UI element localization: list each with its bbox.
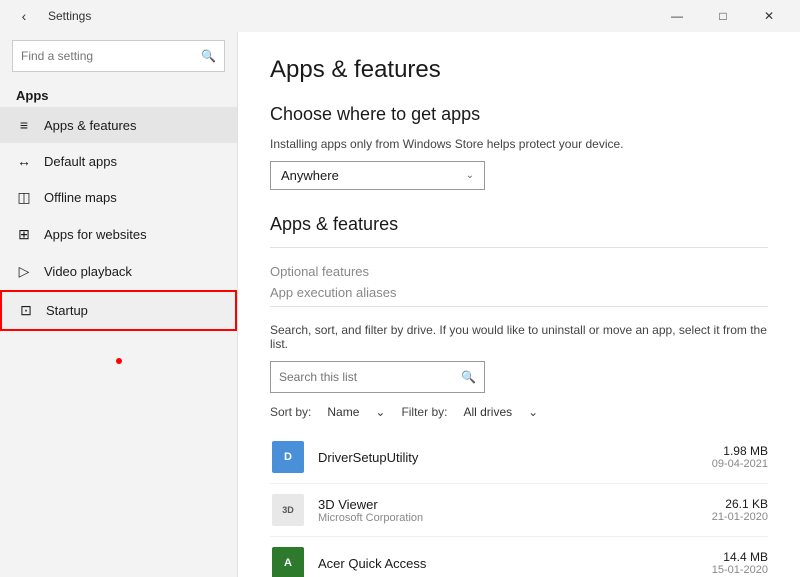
app-size-acer: 14.4 MB xyxy=(712,550,768,564)
app-meta-3d: 26.1 KB 21-01-2020 xyxy=(712,497,768,523)
apps-features-icon: ≡ xyxy=(16,117,32,133)
app-name-acer: Acer Quick Access xyxy=(318,556,712,571)
app-publisher-3d: Microsoft Corporation xyxy=(318,512,712,524)
sidebar-item-offline-maps[interactable]: ◫ Offline maps xyxy=(0,179,237,216)
find-setting-search-icon: 🔍 xyxy=(201,49,216,63)
sidebar-item-video-playback[interactable]: ▷ Video playback xyxy=(0,253,237,290)
search-apps-box[interactable]: 🔍 xyxy=(270,361,485,393)
app-date-driver: 09-04-2021 xyxy=(712,458,768,470)
choose-section-title: Choose where to get apps xyxy=(270,104,768,125)
app-execution-aliases-link[interactable]: App execution aliases xyxy=(270,285,768,300)
filter-label: Filter by: xyxy=(401,405,447,419)
title-bar: ‹ Settings — □ ✕ xyxy=(0,0,800,32)
minimize-button[interactable]: — xyxy=(654,0,700,32)
sidebar-item-default-apps-label: Default apps xyxy=(44,154,117,169)
app-info-3d: 3D Viewer Microsoft Corporation xyxy=(318,497,712,524)
choose-section-desc: Installing apps only from Windows Store … xyxy=(270,137,768,151)
app-size-driver: 1.98 MB xyxy=(712,444,768,458)
sidebar-item-default-apps[interactable]: ↔ Default apps xyxy=(0,143,237,179)
app-date-acer: 15-01-2020 xyxy=(712,564,768,576)
app-icon-3d: 3D xyxy=(270,492,306,528)
divider2 xyxy=(270,306,768,307)
sidebar-item-startup-label: Startup xyxy=(46,303,88,318)
page-title: Apps & features xyxy=(270,56,768,84)
app-list: D DriverSetupUtility 1.98 MB 09-04-2021 … xyxy=(270,431,768,577)
app-icon-acer: A xyxy=(270,545,306,577)
sidebar-item-apps-features[interactable]: ≡ Apps & features xyxy=(0,107,237,143)
sort-filter-bar: Sort by: Name ⌄ Filter by: All drives ⌄ xyxy=(270,405,768,419)
optional-features-link[interactable]: Optional features xyxy=(270,264,768,279)
back-button[interactable]: ‹ xyxy=(8,0,40,32)
offline-maps-icon: ◫ xyxy=(16,189,32,206)
install-source-value: Anywhere xyxy=(281,168,339,183)
default-apps-icon: ↔ xyxy=(16,153,32,169)
divider xyxy=(270,247,768,248)
search-apps-icon: 🔍 xyxy=(461,370,476,384)
apps-section-title: Apps & features xyxy=(270,214,768,235)
content-area: Apps & features Choose where to get apps… xyxy=(238,32,800,577)
app-icon-driver: D xyxy=(270,439,306,475)
window-controls: — □ ✕ xyxy=(654,0,792,32)
sort-value[interactable]: Name xyxy=(327,405,359,419)
list-item[interactable]: D DriverSetupUtility 1.98 MB 09-04-2021 xyxy=(270,431,768,484)
sidebar-item-startup[interactable]: ⊡ Startup xyxy=(0,290,237,331)
sort-label: Sort by: xyxy=(270,405,311,419)
app-name-driver: DriverSetupUtility xyxy=(318,450,712,465)
sidebar: 🔍 Apps ≡ Apps & features ↔ Default apps … xyxy=(0,32,238,577)
maximize-button[interactable]: □ xyxy=(700,0,746,32)
filter-value[interactable]: All drives xyxy=(463,405,512,419)
install-source-dropdown[interactable]: Anywhere ⌄ xyxy=(270,161,485,190)
close-button[interactable]: ✕ xyxy=(746,0,792,32)
apps-websites-icon: ⊞ xyxy=(16,226,32,243)
list-item[interactable]: A Acer Quick Access 14.4 MB 15-01-2020 xyxy=(270,537,768,577)
sort-chevron-icon: ⌄ xyxy=(375,405,385,419)
app-name-3d: 3D Viewer xyxy=(318,497,712,512)
find-setting-search[interactable]: 🔍 xyxy=(12,40,225,72)
sidebar-item-apps-features-label: Apps & features xyxy=(44,118,137,133)
app-meta-acer: 14.4 MB 15-01-2020 xyxy=(712,550,768,576)
sidebar-item-offline-maps-label: Offline maps xyxy=(44,190,117,205)
app-info-driver: DriverSetupUtility xyxy=(318,450,712,465)
video-playback-icon: ▷ xyxy=(16,263,32,280)
find-setting-input[interactable] xyxy=(21,49,201,63)
app-size-3d: 26.1 KB xyxy=(712,497,768,511)
filter-chevron-icon: ⌄ xyxy=(528,405,538,419)
search-apps-input[interactable] xyxy=(279,370,461,384)
chevron-down-icon: ⌄ xyxy=(466,170,474,181)
sidebar-item-video-playback-label: Video playback xyxy=(44,264,132,279)
sidebar-section-apps: Apps xyxy=(0,80,237,107)
title-bar-label: Settings xyxy=(48,9,91,23)
sidebar-item-apps-websites[interactable]: ⊞ Apps for websites xyxy=(0,216,237,253)
startup-icon: ⊡ xyxy=(18,302,34,319)
list-item[interactable]: 3D 3D Viewer Microsoft Corporation 26.1 … xyxy=(270,484,768,537)
main-layout: 🔍 Apps ≡ Apps & features ↔ Default apps … xyxy=(0,32,800,577)
app-info-acer: Acer Quick Access xyxy=(318,556,712,571)
app-date-3d: 21-01-2020 xyxy=(712,511,768,523)
sidebar-item-apps-websites-label: Apps for websites xyxy=(44,227,147,242)
filter-desc: Search, sort, and filter by drive. If yo… xyxy=(270,323,768,351)
app-meta-driver: 1.98 MB 09-04-2021 xyxy=(712,444,768,470)
